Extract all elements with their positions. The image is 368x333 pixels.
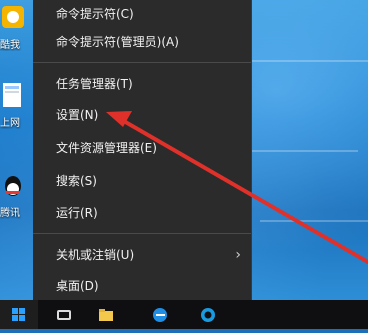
task-view-icon[interactable]: [56, 307, 72, 323]
wave-highlight: [250, 60, 368, 62]
menu-item-shutdown[interactable]: 关机或注销(U) ›: [33, 241, 251, 269]
menu-item-label: 命令提示符(管理员)(A): [56, 35, 179, 49]
edge-icon[interactable]: [152, 307, 168, 323]
desktop-icon-kuwo[interactable]: 酷我: [0, 4, 26, 51]
menu-item-label: 文件资源管理器(E): [56, 141, 157, 155]
menu-item-label: 设置(N): [56, 108, 99, 122]
menu-item-label: 运行(R): [56, 206, 98, 220]
menu-item-task-manager[interactable]: 任务管理器(T): [33, 70, 251, 98]
menu-separator: [33, 62, 251, 63]
menu-item-command-prompt[interactable]: 命令提示符(C): [33, 0, 251, 28]
menu-item-run[interactable]: 运行(R): [33, 199, 251, 227]
desktop-icon-qq[interactable]: 腾讯: [0, 172, 26, 219]
menu-item-label: 关机或注销(U): [56, 248, 135, 262]
menu-item-search[interactable]: 搜索(S): [33, 167, 251, 195]
menu-item-label: 命令提示符(C): [56, 7, 134, 21]
windows-start-icon: [12, 308, 25, 321]
wave-highlight: [240, 150, 358, 152]
kuwo-icon: [2, 6, 24, 28]
start-button[interactable]: [0, 300, 38, 329]
qq-icon: [5, 176, 21, 196]
menu-item-command-prompt-admin[interactable]: 命令提示符(管理员)(A): [33, 28, 251, 56]
menu-item-label: 任务管理器(T): [56, 77, 133, 91]
browser-icon: [3, 83, 21, 107]
file-explorer-icon[interactable]: [98, 307, 114, 323]
wave-highlight: [260, 220, 368, 222]
store-icon[interactable]: [200, 307, 216, 323]
menu-item-desktop[interactable]: 桌面(D): [33, 272, 251, 300]
desktop-icon-browser[interactable]: 上网: [0, 82, 26, 129]
menu-item-label: 搜索(S): [56, 174, 97, 188]
start-context-menu: 命令提示符(C) 命令提示符(管理员)(A) 任务管理器(T) 设置(N) 文件…: [33, 0, 252, 304]
menu-item-file-explorer[interactable]: 文件资源管理器(E): [33, 134, 251, 162]
menu-separator: [33, 233, 251, 234]
menu-item-settings[interactable]: 设置(N): [33, 101, 251, 129]
menu-item-label: 桌面(D): [56, 279, 99, 293]
desktop-icon-label: 上网: [0, 118, 20, 129]
desktop-icon-label: 酷我: [0, 40, 20, 51]
chevron-right-icon: ›: [235, 247, 241, 263]
desktop-icon-label: 腾讯: [0, 208, 20, 219]
